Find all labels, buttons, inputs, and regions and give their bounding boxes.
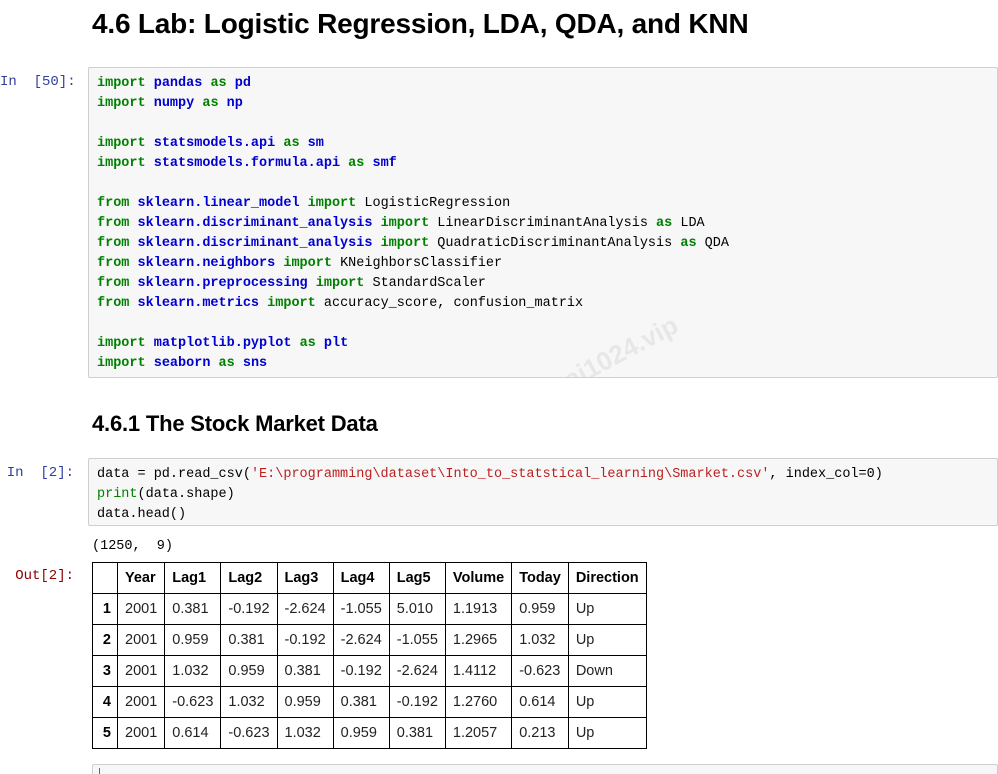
code-cell-imports-source[interactable]: import pandas as pd import numpy as np i…: [97, 74, 989, 374]
table-row: 2 2001 0.959 0.381 -0.192 -2.624 -1.055 …: [92, 624, 647, 656]
cell-lag2: -0.192: [220, 593, 278, 625]
cell-today: 0.213: [511, 717, 569, 749]
col-header-direction: Direction: [567, 562, 647, 594]
table-body: 1 2001 0.381 -0.192 -2.624 -1.055 5.010 …: [92, 593, 647, 749]
cell-volume: 1.4112: [444, 655, 513, 687]
cell-lag2: 0.381: [220, 624, 278, 656]
cell-today: 1.032: [511, 624, 569, 656]
cell-volume: 1.2760: [444, 686, 513, 718]
section-title: 4.6.1 The Stock Market Data: [92, 411, 378, 436]
cell-volume: 1.2057: [444, 717, 513, 749]
dataframe-table: Year Lag1 Lag2 Lag3 Lag4 Lag5 Volume Tod…: [92, 562, 647, 749]
row-index: 3: [92, 655, 118, 687]
dataframe-output: Year Lag1 Lag2 Lag3 Lag4 Lag5 Volume Tod…: [92, 562, 647, 749]
cell-direction: Up: [567, 593, 647, 625]
cell-direction: Up: [567, 686, 647, 718]
cell-lag2: -0.623: [220, 717, 278, 749]
cell-lag3: 1.032: [276, 717, 334, 749]
cell-year: 2001: [116, 655, 166, 687]
cell-lag4: 0.381: [332, 686, 390, 718]
cell-lag5: 5.010: [388, 593, 446, 625]
cell-lag4: -2.624: [332, 624, 390, 656]
row-index: 2: [92, 624, 118, 656]
page-title: 4.6 Lab: Logistic Regression, LDA, QDA, …: [92, 8, 749, 39]
table-corner-cell: [92, 562, 118, 594]
notebook-page: 4.6 Lab: Logistic Regression, LDA, QDA, …: [0, 0, 998, 774]
cell-lag1: 0.959: [164, 624, 222, 656]
cell-lag5: -0.192: [388, 686, 446, 718]
cell-lag1: 0.381: [164, 593, 222, 625]
table-header-row: Year Lag1 Lag2 Lag3 Lag4 Lag5 Volume Tod…: [92, 562, 647, 594]
cell-lag1: 0.614: [164, 717, 222, 749]
cell-lag4: -1.055: [332, 593, 390, 625]
col-header-today: Today: [511, 562, 569, 594]
cell-lag5: -2.624: [388, 655, 446, 687]
cell-direction: Down: [567, 655, 647, 687]
cell-lag3: 0.959: [276, 686, 334, 718]
cell-volume: 1.2965: [444, 624, 513, 656]
cell-lag3: -0.192: [276, 624, 334, 656]
cell-lag3: 0.381: [276, 655, 334, 687]
cell-direction: Up: [567, 624, 647, 656]
cell-lag5: 0.381: [388, 717, 446, 749]
table-row: 1 2001 0.381 -0.192 -2.624 -1.055 5.010 …: [92, 593, 647, 625]
row-index: 1: [92, 593, 118, 625]
table-head: Year Lag1 Lag2 Lag3 Lag4 Lag5 Volume Tod…: [92, 562, 647, 594]
col-header-lag3: Lag3: [276, 562, 334, 594]
code-cell-load-data[interactable]: data = pd.read_csv('E:\programming\datas…: [88, 458, 998, 526]
col-header-lag5: Lag5: [388, 562, 446, 594]
cell-lag1: 1.032: [164, 655, 222, 687]
row-index: 4: [92, 686, 118, 718]
table-row: 4 2001 -0.623 1.032 0.959 0.381 -0.192 1…: [92, 686, 647, 718]
stdout-output: (1250, 9): [92, 539, 174, 554]
cell-lag4: 0.959: [332, 717, 390, 749]
cell-year: 2001: [116, 686, 166, 718]
cell-lag3: -2.624: [276, 593, 334, 625]
col-header-lag1: Lag1: [164, 562, 222, 594]
col-header-volume: Volume: [444, 562, 513, 594]
col-header-lag4: Lag4: [332, 562, 390, 594]
input-prompt-cell-2[interactable]: In [2]:: [0, 465, 74, 482]
cell-today: 0.959: [511, 593, 569, 625]
code-cell-next-partial[interactable]: [92, 764, 998, 774]
cell-lag2: 0.959: [220, 655, 278, 687]
row-index: 5: [92, 717, 118, 749]
input-prompt-cell-1[interactable]: In [50]:: [0, 74, 76, 91]
code-cell-load-data-source[interactable]: data = pd.read_csv('E:\programming\datas…: [97, 465, 989, 525]
cell-today: 0.614: [511, 686, 569, 718]
text-cursor: [99, 768, 100, 774]
cell-year: 2001: [116, 593, 166, 625]
output-prompt-cell-2: Out[2]:: [15, 568, 74, 584]
col-header-year: Year: [116, 562, 166, 594]
cell-lag1: -0.623: [164, 686, 222, 718]
cell-lag4: -0.192: [332, 655, 390, 687]
cell-lag2: 1.032: [220, 686, 278, 718]
cell-year: 2001: [116, 717, 166, 749]
cell-volume: 1.1913: [444, 593, 513, 625]
code-cell-imports[interactable]: import pandas as pd import numpy as np i…: [88, 67, 998, 378]
cell-lag5: -1.055: [388, 624, 446, 656]
cell-direction: Up: [567, 717, 647, 749]
col-header-lag2: Lag2: [220, 562, 278, 594]
table-row: 5 2001 0.614 -0.623 1.032 0.959 0.381 1.…: [92, 717, 647, 749]
cell-today: -0.623: [511, 655, 569, 687]
cell-year: 2001: [116, 624, 166, 656]
table-row: 3 2001 1.032 0.959 0.381 -0.192 -2.624 1…: [92, 655, 647, 687]
